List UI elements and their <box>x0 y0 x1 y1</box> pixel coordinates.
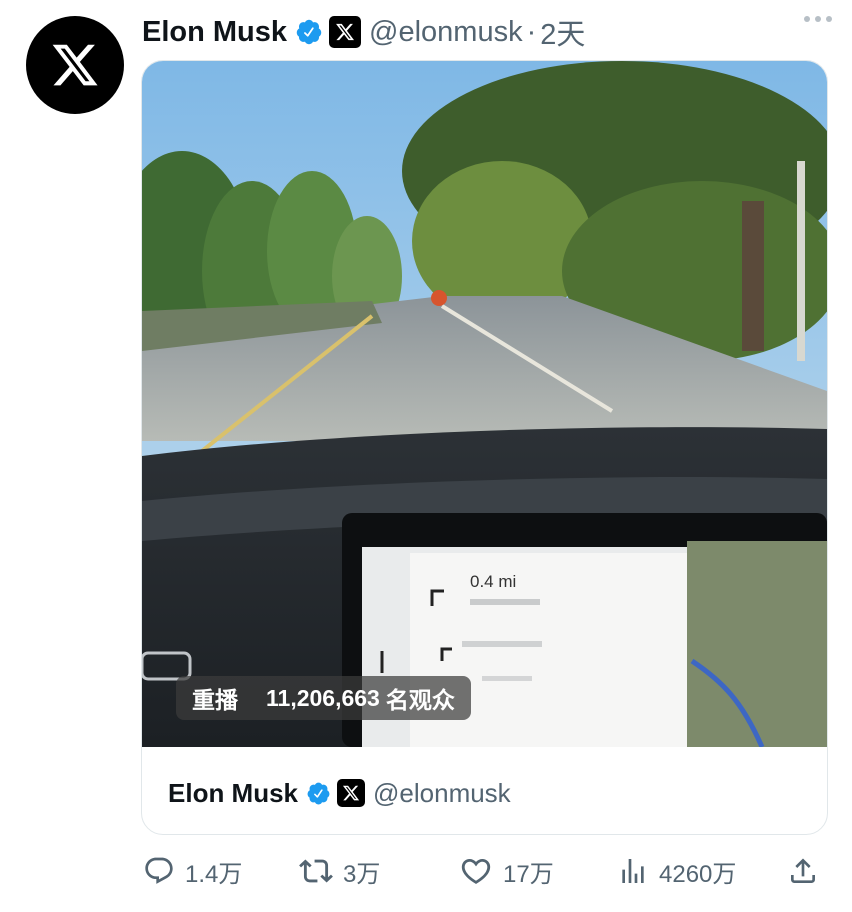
quoted-author-handle: @elonmusk <box>373 777 511 808</box>
tweet-header: Elon Musk @elonmusk · 2天 <box>142 12 832 52</box>
replay-view-count-badge[interactable]: 重播 11,206,663 名观众 <box>176 676 471 720</box>
quoted-tweet-card[interactable]: 0.4 mi 重播 11,206,663 名观众 Elon Musk @elon… <box>141 60 828 835</box>
avatar[interactable] <box>26 16 124 114</box>
tweet-time[interactable]: 2天 <box>540 11 585 53</box>
x-affiliate-badge-icon <box>329 16 362 48</box>
verified-badge-icon <box>306 781 331 806</box>
views-icon <box>622 859 644 883</box>
reply-count: 1.4万 <box>185 860 243 888</box>
retweet-count: 3万 <box>343 860 381 888</box>
x-logo-icon <box>52 44 98 86</box>
quoted-author-name: Elon Musk <box>168 777 299 808</box>
nav-distance-label: 0.4 mi <box>470 572 516 591</box>
video-frame: 0.4 mi <box>142 61 827 747</box>
replay-label: 重播 <box>192 687 238 713</box>
share-icon <box>791 858 815 883</box>
view-count: 11,206,663 <box>266 684 380 711</box>
video-player[interactable]: 0.4 mi 重播 11,206,663 名观众 <box>142 61 827 747</box>
verified-badge-icon <box>295 18 323 46</box>
separator: · <box>526 15 537 48</box>
share-button[interactable] <box>787 848 819 894</box>
author-handle[interactable]: @elonmusk <box>369 16 523 49</box>
retweet-icon <box>299 859 333 883</box>
like-button[interactable]: 17万 <box>459 848 554 894</box>
retweet-button[interactable]: 3万 <box>299 848 380 894</box>
action-bar: 1.4万 3万 17万 4260万 <box>141 848 826 894</box>
like-icon <box>461 858 491 884</box>
views-count: 4260万 <box>659 860 737 888</box>
quoted-author-row[interactable]: Elon Musk @elonmusk <box>168 773 511 813</box>
author-name[interactable]: Elon Musk <box>142 16 287 49</box>
view-count-suffix: 名观众 <box>385 687 455 713</box>
x-affiliate-badge-icon <box>337 779 366 807</box>
like-count: 17万 <box>503 860 554 888</box>
views-button[interactable]: 4260万 <box>617 848 736 894</box>
reply-button[interactable]: 1.4万 <box>143 848 242 894</box>
reply-icon <box>145 857 173 884</box>
more-icon[interactable] <box>804 16 832 22</box>
